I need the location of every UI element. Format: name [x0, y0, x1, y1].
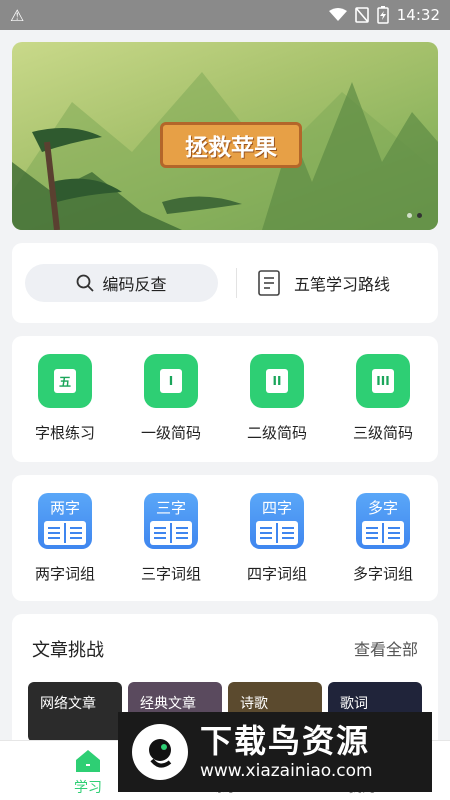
view-all-link[interactable]: 查看全部 — [354, 636, 418, 660]
grid-item-label: 两字词组 — [34, 565, 95, 583]
banner[interactable]: 拯救苹果 — [12, 42, 438, 230]
book-icon: 多字 — [356, 493, 410, 549]
grid-item-label: 四字词组 — [246, 565, 307, 583]
grid-item-label: 一级简码 — [140, 424, 201, 442]
radical-icon: 五 — [38, 354, 92, 408]
search-icon — [77, 274, 95, 292]
banner-dot-active — [417, 213, 422, 218]
warning-icon: ⚠ — [10, 5, 25, 25]
status-time: 14:32 — [396, 6, 440, 24]
banner-dot — [407, 213, 412, 218]
grid-item-radical-practice[interactable]: 五 字根练习 — [12, 354, 118, 443]
grid-item-label: 二级简码 — [246, 424, 307, 442]
banner-title-sign: 拯救苹果 — [160, 122, 302, 168]
learning-route-button[interactable]: 五笔学习路线 — [258, 264, 390, 302]
banner-pagination — [407, 213, 422, 218]
grid-item-multi-char[interactable]: 多字 多字词组 — [330, 493, 436, 584]
document-icon — [258, 270, 280, 296]
search-card: 编码反查 五笔学习路线 — [12, 243, 438, 323]
book-icon: 四字 — [250, 493, 304, 549]
reverse-lookup-label: 编码反查 — [102, 275, 167, 294]
grid-item-label: 三字词组 — [140, 565, 201, 583]
home-icon — [76, 750, 100, 772]
watermark-text: 下载鸟资源 www.xiazainiao.com — [200, 722, 373, 782]
no-sim-icon — [354, 7, 369, 23]
divider — [236, 268, 237, 298]
bird-logo-icon — [132, 724, 188, 780]
article-challenge-title: 文章挑战 — [32, 640, 104, 661]
basics-card: 五 字根练习 I 一级简码 II 二级简码 III 三级简码 — [12, 336, 438, 462]
grid-item-four-char[interactable]: 四字 四字词组 — [224, 493, 330, 584]
watermark-url: www.xiazainiao.com — [200, 761, 373, 781]
battery-charging-icon — [377, 6, 389, 24]
grid-item-level2[interactable]: II 二级简码 — [224, 354, 330, 443]
grid-item-three-char[interactable]: 三字 三字词组 — [118, 493, 224, 584]
grid-item-level1[interactable]: I 一级简码 — [118, 354, 224, 443]
watermark-overlay: 下载鸟资源 www.xiazainiao.com — [118, 712, 432, 792]
learning-route-label: 五笔学习路线 — [294, 275, 391, 294]
level2-icon: II — [250, 354, 304, 408]
grid-item-label: 字根练习 — [34, 424, 95, 442]
book-icon: 三字 — [144, 493, 198, 549]
article-thumb-web[interactable]: 网络文章 — [28, 682, 122, 742]
grid-item-label: 多字词组 — [352, 565, 413, 583]
grid-item-level3[interactable]: III 三级简码 — [330, 354, 436, 443]
wifi-icon — [328, 8, 347, 21]
grid-item-label: 三级简码 — [352, 424, 413, 442]
level3-icon: III — [356, 354, 410, 408]
book-icon: 两字 — [38, 493, 92, 549]
phrases-card: 两字 两字词组 三字 三字词组 四字 四字词组 多字 多字词组 — [12, 475, 438, 601]
watermark-title: 下载鸟资源 — [200, 722, 371, 760]
reverse-lookup-button[interactable]: 编码反查 — [25, 264, 218, 302]
grid-item-two-char[interactable]: 两字 两字词组 — [12, 493, 118, 584]
status-right: 14:32 — [328, 6, 440, 24]
status-bar: ⚠ 14:32 — [0, 0, 450, 30]
level1-icon: I — [144, 354, 198, 408]
